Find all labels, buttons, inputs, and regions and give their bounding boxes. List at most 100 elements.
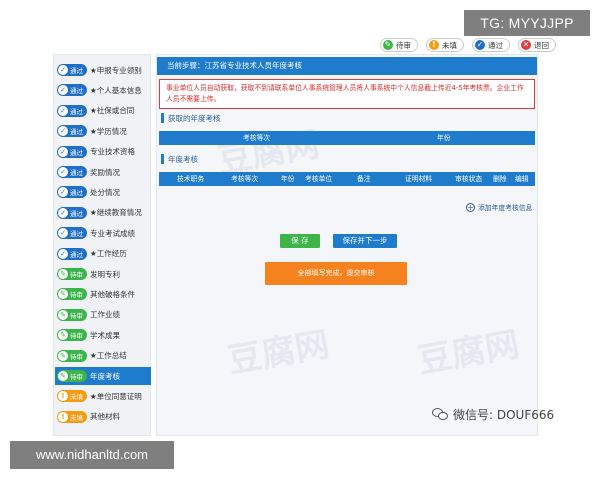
page: TG: MYYJJPP ✎ 待审! 未填 ✓ 通过 ✕ 退回 ✓ 通过 ★ 申报专业领别 ✓ 通过 ★ 个… (0, 0, 600, 480)
exclamation-icon: ! (58, 391, 68, 402)
status-label: 待审 (70, 352, 83, 361)
legend-item: ! 未填 (426, 38, 464, 52)
column-header: 编辑 (515, 175, 529, 183)
status-badge: ✎ 待审 (57, 288, 87, 301)
check-icon: ✓ (58, 105, 68, 116)
wechat-text: 微信号: DOUF666 (453, 408, 555, 422)
section-label: 获取的年度考核 (168, 113, 221, 123)
sidebar-item[interactable]: ✎ 待审 其他破格条件 (55, 285, 151, 303)
status-label: 通过 (70, 148, 83, 157)
pencil-icon: ✎ (58, 309, 68, 320)
column-header: 技术职务 (177, 175, 205, 183)
sidebar-item[interactable]: ✓ 通过 处分情况 (55, 183, 151, 201)
sidebar-item-label: 处分情况 (90, 187, 120, 197)
status-badge: ✓ 通过 (57, 186, 87, 199)
status-badge: ✓ 通过 (57, 166, 87, 178)
legend-label: 未填 (442, 40, 457, 50)
exclamation-icon: ! (429, 40, 439, 50)
pencil-icon: ✎ (58, 330, 68, 341)
sidebar-item[interactable]: ! 未填 ★ 单位同意证明 (55, 387, 151, 405)
wechat-icon (432, 408, 448, 421)
status-label: 通过 (70, 230, 83, 239)
sidebar-item[interactable]: ✓ 通过 专业考试成绩 (55, 224, 151, 242)
column-header: 删除 (493, 175, 507, 183)
status-label: 通过 (70, 189, 83, 198)
section-label: 年度考核 (168, 154, 198, 164)
column-header: 年份 (437, 134, 451, 142)
check-icon: ✓ (58, 228, 68, 239)
sidebar-item-label: 学术成果 (90, 330, 120, 340)
legend-label: 待审 (396, 40, 411, 50)
status-label: 未填 (70, 393, 83, 402)
column-header: 备注 (357, 175, 371, 183)
background-watermark: 豆腐网 (414, 324, 523, 382)
sidebar-item[interactable]: ✓ 通过 ★ 工作经历 (55, 245, 151, 263)
pencil-icon: ✎ (383, 40, 393, 50)
tg-watermark: TG: MYYJJPP (464, 10, 590, 36)
pencil-icon: ✎ (58, 289, 68, 300)
check-icon: ✓ (58, 126, 68, 137)
sidebar-item[interactable]: ✓ 通过 奖励情况 (55, 163, 151, 181)
notice-box: 事业单位人员自动获取，获取不到请联系单位人事系统管理人员将人事系统中个人信息截上… (159, 79, 535, 109)
status-badge: ✓ 通过 (57, 145, 87, 158)
status-badge: ✓ 通过 (57, 247, 87, 260)
status-badge: ✓ 通过 (57, 125, 87, 138)
legend-item: ✓ 通过 (472, 38, 510, 52)
required-star: ★ (90, 208, 97, 218)
url-watermark: www.nidhanltd.com (10, 441, 174, 469)
check-icon: ✓ (58, 207, 68, 218)
sidebar-item[interactable]: ✎ 待审 发明专利 (55, 265, 151, 283)
sidebar-item[interactable]: ✓ 通过 专业技术资格 (55, 143, 151, 161)
status-label: 通过 (70, 107, 83, 116)
add-annual-review-link[interactable]: + 添加年度考核信息 (466, 202, 532, 212)
sidebar-item[interactable]: ✓ 通过 ★ 个人基本信息 (55, 81, 151, 99)
wechat-watermark: 微信号: DOUF666 (432, 406, 554, 423)
status-label: 待审 (70, 311, 83, 320)
pencil-icon: ✎ (58, 269, 68, 279)
sidebar-item-label: 单位同意证明 (96, 391, 142, 401)
exclamation-icon: ! (58, 411, 68, 422)
sidebar-item[interactable]: ! 未填 其他材料 (55, 408, 151, 426)
legend-label: 通过 (488, 40, 503, 50)
status-badge: ✎ 待审 (57, 370, 87, 382)
required-star: ★ (90, 391, 97, 401)
status-label: 通过 (70, 87, 83, 96)
sidebar-item[interactable]: ✎ 待审 年度考核 (55, 367, 151, 385)
status-badge: ✓ 通过 (57, 206, 87, 219)
submit-review-button[interactable]: 全部填写完成，提交审核 (265, 262, 407, 285)
status-label: 通过 (70, 67, 83, 75)
check-icon: ✓ (58, 187, 68, 198)
check-icon: ✓ (58, 65, 68, 75)
status-badge: ✎ 待审 (57, 349, 87, 362)
column-header: 考核单位 (305, 175, 333, 183)
sidebar-item-label: 社保或合同 (96, 106, 135, 116)
sidebar-item[interactable]: ✓ 通过 ★ 学历情况 (55, 122, 151, 140)
save-next-button[interactable]: 保存并下一步 (333, 234, 397, 248)
required-star: ★ (90, 106, 97, 116)
sidebar-item-label: 专业考试成绩 (90, 228, 135, 238)
check-icon: ✓ (58, 85, 68, 96)
column-header: 年份 (281, 175, 295, 183)
sidebar-item-label: 个人基本信息 (96, 85, 142, 95)
sidebar-item[interactable]: ✓ 通过 ★ 继续教育情况 (55, 204, 151, 222)
sidebar-item[interactable]: ✎ 待审 学术成果 (55, 326, 151, 344)
sidebar-item[interactable]: ✎ 待审 工作业绩 (55, 306, 151, 324)
status-badge: ✓ 通过 (57, 64, 87, 76)
sidebar-item[interactable]: ✓ 通过 ★ 社保或合同 (55, 102, 151, 120)
legend-item: ✕ 退回 (518, 38, 556, 52)
status-label: 待审 (70, 271, 83, 279)
status-badge: ✓ 通过 (57, 227, 87, 240)
check-icon: ✓ (58, 146, 68, 157)
status-badge: ! 未填 (57, 410, 87, 423)
status-badge: ✎ 待审 (57, 268, 87, 280)
pencil-icon: ✎ (58, 371, 68, 381)
sidebar-item[interactable]: ✓ 通过 ★ 申报专业领别 (55, 61, 151, 79)
save-button[interactable]: 保 存 (280, 234, 320, 248)
legend-label: 退回 (534, 40, 549, 50)
sidebar-item-label: 工作经历 (96, 249, 127, 259)
status-badge: ✎ 待审 (57, 329, 87, 342)
sidebar-item[interactable]: ✎ 待审 ★ 工作总结 (55, 347, 151, 365)
main-panel: 豆腐网 豆腐网 豆腐网 当前步骤：江苏省专业技术人员年度考核 事业单位人员自动获… (156, 54, 538, 436)
check-icon: ✓ (58, 248, 68, 259)
status-legend: ✎ 待审! 未填 ✓ 通过 ✕ 退回 (380, 38, 556, 52)
